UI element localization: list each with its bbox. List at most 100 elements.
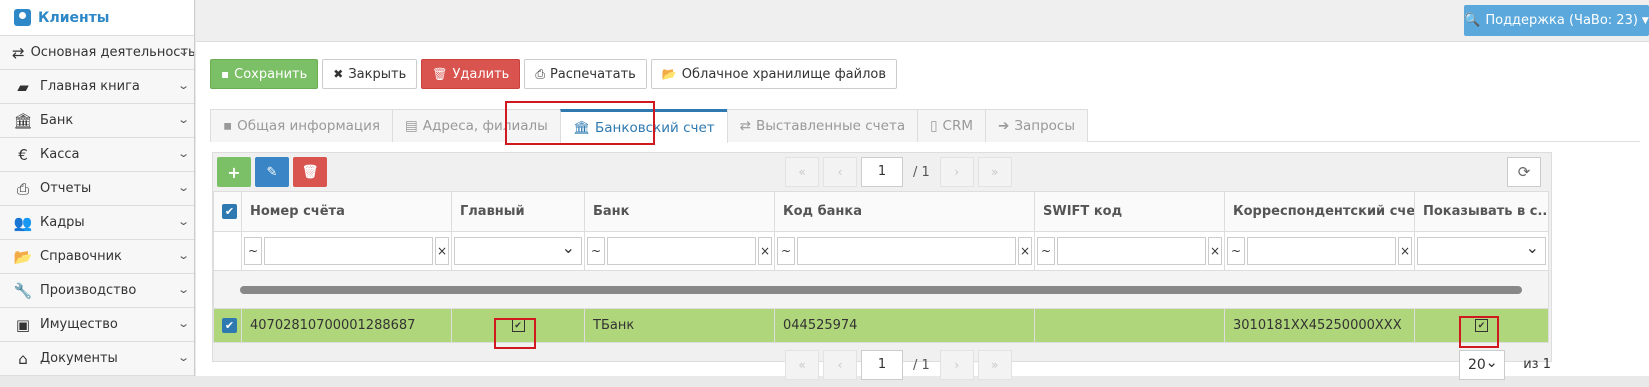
last-page-button[interactable]: » xyxy=(977,157,1012,187)
filter-clear[interactable]: × xyxy=(1208,237,1222,265)
page-of-label: из 1 xyxy=(1523,357,1551,372)
arrows-exchange-icon: ⇄ xyxy=(12,43,25,62)
sidebar-item-label: Основная деятельность xyxy=(30,45,194,60)
column-header[interactable]: Главный xyxy=(451,191,585,232)
filter-cell xyxy=(451,231,585,271)
cloud-storage-label: Облачное хранилище файлов xyxy=(681,66,887,82)
filter-clear[interactable]: × xyxy=(758,237,772,265)
column-header[interactable]: Код банка xyxy=(774,191,1035,232)
save-button[interactable]: ▪ Сохранить xyxy=(210,59,319,89)
tab-requests[interactable]: ➔ Запросы xyxy=(985,109,1088,142)
euro-icon: € xyxy=(18,145,28,164)
delete-row-button[interactable]: 🗑 xyxy=(293,157,327,187)
sidebar-item-label: Документы xyxy=(40,351,118,366)
filter-clear[interactable]: × xyxy=(435,237,449,265)
filter-cell: ~ × xyxy=(774,231,1035,271)
select-all-checkbox[interactable]: ✔ xyxy=(222,204,237,219)
sidebar-item-directory[interactable]: 📂 Справочник ⌄ xyxy=(0,240,194,274)
plus-icon: + xyxy=(227,162,241,182)
filter-input-corr[interactable] xyxy=(1247,237,1396,265)
inbox-icon: ⌂ xyxy=(18,349,28,368)
chevron-down-icon: ⌄ xyxy=(176,351,190,364)
accounts-table: ✔ Номер счёта Главный Банк Код банка SWI… xyxy=(213,191,1549,343)
filter-input-bank-code[interactable] xyxy=(797,237,1016,265)
tab-crm[interactable]: ▯ CRM xyxy=(917,109,987,142)
sidebar-header-clients[interactable]: Клиенты xyxy=(0,0,194,36)
delete-label: Удалить xyxy=(452,66,510,82)
cell-account[interactable]: 40702810700001288687 xyxy=(241,308,452,343)
table-row[interactable]: ✔ 40702810700001288687 ✔ ТБанк 044525974… xyxy=(213,308,1549,343)
filter-operator[interactable]: ~ xyxy=(244,237,262,265)
chevron-down-icon: ⌄ xyxy=(176,249,190,262)
row-select-cell[interactable]: ✔ xyxy=(213,308,242,343)
column-header[interactable]: Банк xyxy=(584,191,775,232)
highlight-frame-tab xyxy=(505,101,655,145)
scrollbar-thumb[interactable] xyxy=(240,285,1522,294)
sidebar-item-cash[interactable]: € Касса ⌄ xyxy=(0,138,194,172)
chevron-down-icon: ⌄ xyxy=(176,317,190,330)
user-icon: ▪ xyxy=(223,118,233,134)
delete-button[interactable]: 🗑 Удалить xyxy=(421,59,521,89)
folder-open-icon: 📂 xyxy=(661,67,677,81)
filter-input-swift[interactable] xyxy=(1057,237,1206,265)
column-header[interactable]: Номер счёта xyxy=(241,191,452,232)
sidebar-item-reports[interactable]: ⎙ Отчеты ⌄ xyxy=(0,172,194,206)
filter-operator[interactable]: ~ xyxy=(587,237,605,265)
support-button[interactable]: 🔍 Поддержка (ЧаВо: 23) ▼ xyxy=(1464,5,1649,36)
sidebar-item-bank[interactable]: 🏛 Банк ⌄ xyxy=(0,104,194,138)
sidebar-item-main-activity[interactable]: ⇄ Основная деятельность ⌄ xyxy=(0,36,194,70)
filter-clear[interactable]: × xyxy=(1398,237,1412,265)
filter-input-account[interactable] xyxy=(264,237,433,265)
tab-general-info[interactable]: ▪ Общая информация xyxy=(210,109,394,142)
column-header[interactable]: Показывать в с... xyxy=(1414,191,1549,232)
bookmark-icon: ▯ xyxy=(930,118,938,134)
form-toolbar: ▪ Сохранить ✖ Закрыть 🗑 Удалить ⎙ Распеч… xyxy=(210,59,898,89)
wrench-icon: 🔧 xyxy=(13,281,33,300)
filter-select-main[interactable] xyxy=(454,237,582,265)
cell-bank[interactable]: ТБанк xyxy=(584,308,775,343)
next-page-button[interactable]: › xyxy=(939,157,974,187)
page-total: / 1 xyxy=(913,164,930,180)
horizontal-scrollbar[interactable] xyxy=(213,270,1549,309)
sidebar-item-property[interactable]: ▣ Имущество ⌄ xyxy=(0,308,194,342)
refresh-button[interactable]: ⟳ xyxy=(1507,157,1541,187)
cell-bank-code[interactable]: 044525974 xyxy=(774,308,1035,343)
row-checkbox[interactable]: ✔ xyxy=(222,318,237,333)
sidebar-item-documents[interactable]: ⌂ Документы ⌄ xyxy=(0,342,194,376)
filter-operator[interactable]: ~ xyxy=(1227,237,1245,265)
filter-operator[interactable]: ~ xyxy=(777,237,795,265)
cube-icon: ▣ xyxy=(15,315,31,334)
filter-operator[interactable]: ~ xyxy=(1037,237,1055,265)
page-number-input[interactable]: 1 xyxy=(861,157,903,187)
filter-cell: ~ × xyxy=(1224,231,1415,271)
column-header[interactable]: Корреспондентский счет xyxy=(1224,191,1415,232)
grid-footer: « ‹ 1 / 1 › » 20 из 1 xyxy=(213,347,1553,387)
filter-cell: ~ × xyxy=(241,231,452,271)
bank-icon: 🏛 xyxy=(13,111,33,130)
column-header[interactable]: SWIFT код xyxy=(1034,191,1225,232)
filter-input-bank[interactable] xyxy=(607,237,756,265)
trash-icon: 🗑 xyxy=(301,164,319,180)
cell-swift[interactable] xyxy=(1034,308,1225,343)
tab-issued-invoices[interactable]: ⇄ Выставленные счета xyxy=(726,109,919,142)
filter-clear[interactable]: × xyxy=(1018,237,1032,265)
filter-spacer xyxy=(213,231,242,271)
save-label: Сохранить xyxy=(234,66,308,82)
tab-label: Запросы xyxy=(1014,118,1075,134)
filter-cell: ~ × xyxy=(1034,231,1225,271)
sidebar-item-production[interactable]: 🔧 Производство ⌄ xyxy=(0,274,194,308)
filter-cell xyxy=(1414,231,1549,271)
first-page-button[interactable]: « xyxy=(785,157,819,187)
edit-row-button[interactable]: ✎ xyxy=(255,157,289,187)
select-all-cell[interactable]: ✔ xyxy=(213,191,242,232)
add-row-button[interactable]: + xyxy=(217,157,251,187)
prev-page-button[interactable]: ‹ xyxy=(823,157,857,187)
page-size-value: 20 xyxy=(1468,357,1486,373)
close-button[interactable]: ✖ Закрыть xyxy=(322,59,418,89)
print-button[interactable]: ⎙ Распечатать xyxy=(524,59,647,89)
filter-select-show[interactable] xyxy=(1417,237,1546,265)
sidebar-item-general-ledger[interactable]: ▰ Главная книга ⌄ xyxy=(0,70,194,104)
sidebar-item-hr[interactable]: 👥 Кадры ⌄ xyxy=(0,206,194,240)
cloud-storage-button[interactable]: 📂 Облачное хранилище файлов xyxy=(650,59,898,89)
cell-corr[interactable]: 3010181XX45250000XXX xyxy=(1224,308,1415,343)
